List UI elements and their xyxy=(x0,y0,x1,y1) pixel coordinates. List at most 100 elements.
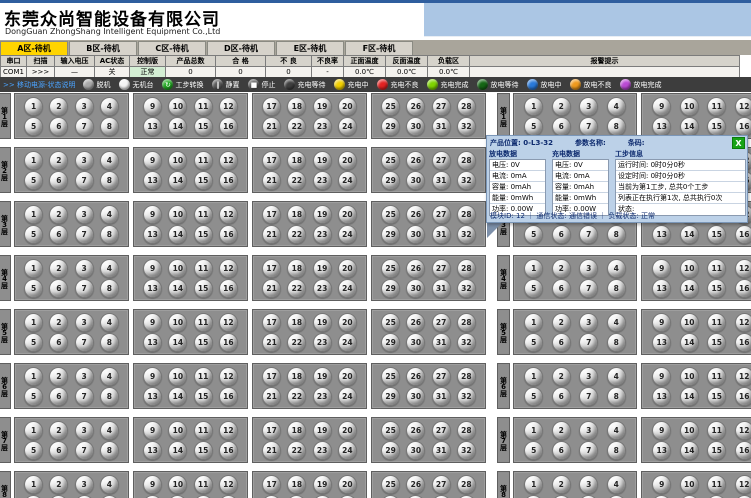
left-cell-6-31[interactable]: 31 xyxy=(432,387,451,406)
left-cell-6-8[interactable]: 8 xyxy=(100,387,119,406)
right-cell-8-2[interactable]: 2 xyxy=(552,475,571,494)
left-cell-7-8[interactable]: 8 xyxy=(100,441,119,460)
right-cell-6-4[interactable]: 4 xyxy=(607,367,626,386)
tab-zone-4[interactable]: E区-待机 xyxy=(276,41,344,55)
left-cell-4-32[interactable]: 32 xyxy=(457,279,476,298)
left-cell-7-10[interactable]: 10 xyxy=(168,421,187,440)
left-cell-3-17[interactable]: 17 xyxy=(262,205,281,224)
left-cell-6-11[interactable]: 11 xyxy=(194,367,213,386)
left-cell-1-23[interactable]: 23 xyxy=(313,117,332,136)
left-cell-8-23[interactable]: 23 xyxy=(313,495,332,498)
right-cell-5-16[interactable]: 16 xyxy=(735,333,751,352)
right-cell-3-13[interactable]: 13 xyxy=(652,225,671,244)
right-cell-8-7[interactable]: 7 xyxy=(579,495,598,498)
left-cell-3-25[interactable]: 25 xyxy=(381,205,400,224)
right-cell-5-5[interactable]: 5 xyxy=(524,333,543,352)
left-cell-4-25[interactable]: 25 xyxy=(381,259,400,278)
left-cell-5-6[interactable]: 6 xyxy=(49,333,68,352)
right-cell-1-11[interactable]: 11 xyxy=(707,97,726,116)
left-cell-5-18[interactable]: 18 xyxy=(287,313,306,332)
right-cell-8-14[interactable]: 14 xyxy=(680,495,699,498)
left-cell-8-7[interactable]: 7 xyxy=(75,495,94,498)
left-cell-3-29[interactable]: 29 xyxy=(381,225,400,244)
left-cell-2-9[interactable]: 9 xyxy=(143,151,162,170)
left-cell-7-9[interactable]: 9 xyxy=(143,421,162,440)
tab-zone-2[interactable]: C区-待机 xyxy=(138,41,206,55)
left-cell-5-27[interactable]: 27 xyxy=(432,313,451,332)
left-cell-5-10[interactable]: 10 xyxy=(168,313,187,332)
right-cell-4-5[interactable]: 5 xyxy=(524,279,543,298)
left-cell-4-26[interactable]: 26 xyxy=(406,259,425,278)
left-cell-8-3[interactable]: 3 xyxy=(75,475,94,494)
left-cell-4-22[interactable]: 22 xyxy=(287,279,306,298)
right-cell-4-4[interactable]: 4 xyxy=(607,259,626,278)
right-cell-6-11[interactable]: 11 xyxy=(707,367,726,386)
left-cell-6-18[interactable]: 18 xyxy=(287,367,306,386)
left-cell-5-12[interactable]: 12 xyxy=(219,313,238,332)
right-cell-4-10[interactable]: 10 xyxy=(680,259,699,278)
left-cell-6-32[interactable]: 32 xyxy=(457,387,476,406)
right-cell-7-9[interactable]: 9 xyxy=(652,421,671,440)
left-cell-4-18[interactable]: 18 xyxy=(287,259,306,278)
left-cell-1-6[interactable]: 6 xyxy=(49,117,68,136)
left-cell-3-12[interactable]: 12 xyxy=(219,205,238,224)
right-cell-5-15[interactable]: 15 xyxy=(707,333,726,352)
right-cell-6-12[interactable]: 12 xyxy=(735,367,751,386)
left-cell-2-20[interactable]: 20 xyxy=(338,151,357,170)
left-cell-7-18[interactable]: 18 xyxy=(287,421,306,440)
left-cell-4-4[interactable]: 4 xyxy=(100,259,119,278)
left-cell-7-31[interactable]: 31 xyxy=(432,441,451,460)
left-cell-1-22[interactable]: 22 xyxy=(287,117,306,136)
right-cell-4-9[interactable]: 9 xyxy=(652,259,671,278)
right-cell-3-8[interactable]: 8 xyxy=(607,225,626,244)
left-cell-7-30[interactable]: 30 xyxy=(406,441,425,460)
left-cell-6-6[interactable]: 6 xyxy=(49,387,68,406)
right-cell-3-14[interactable]: 14 xyxy=(680,225,699,244)
left-cell-4-30[interactable]: 30 xyxy=(406,279,425,298)
left-cell-1-25[interactable]: 25 xyxy=(381,97,400,116)
left-cell-3-6[interactable]: 6 xyxy=(49,225,68,244)
right-cell-1-4[interactable]: 4 xyxy=(607,97,626,116)
left-cell-7-4[interactable]: 4 xyxy=(100,421,119,440)
left-cell-6-12[interactable]: 12 xyxy=(219,367,238,386)
left-cell-6-3[interactable]: 3 xyxy=(75,367,94,386)
right-cell-4-16[interactable]: 16 xyxy=(735,279,751,298)
right-cell-8-4[interactable]: 4 xyxy=(607,475,626,494)
left-cell-2-22[interactable]: 22 xyxy=(287,171,306,190)
left-cell-7-19[interactable]: 19 xyxy=(313,421,332,440)
left-cell-3-8[interactable]: 8 xyxy=(100,225,119,244)
left-cell-5-24[interactable]: 24 xyxy=(338,333,357,352)
right-cell-1-9[interactable]: 9 xyxy=(652,97,671,116)
left-cell-3-20[interactable]: 20 xyxy=(338,205,357,224)
right-cell-4-8[interactable]: 8 xyxy=(607,279,626,298)
right-cell-5-6[interactable]: 6 xyxy=(552,333,571,352)
right-cell-1-3[interactable]: 3 xyxy=(579,97,598,116)
left-cell-8-5[interactable]: 5 xyxy=(24,495,43,498)
left-cell-2-8[interactable]: 8 xyxy=(100,171,119,190)
left-cell-3-22[interactable]: 22 xyxy=(287,225,306,244)
right-cell-7-3[interactable]: 3 xyxy=(579,421,598,440)
left-cell-7-3[interactable]: 3 xyxy=(75,421,94,440)
left-cell-1-9[interactable]: 9 xyxy=(143,97,162,116)
left-cell-8-10[interactable]: 10 xyxy=(168,475,187,494)
left-cell-3-30[interactable]: 30 xyxy=(406,225,425,244)
left-cell-2-16[interactable]: 16 xyxy=(219,171,238,190)
right-cell-5-4[interactable]: 4 xyxy=(607,313,626,332)
left-cell-6-10[interactable]: 10 xyxy=(168,367,187,386)
left-cell-1-21[interactable]: 21 xyxy=(262,117,281,136)
left-cell-7-6[interactable]: 6 xyxy=(49,441,68,460)
left-cell-6-29[interactable]: 29 xyxy=(381,387,400,406)
left-cell-5-16[interactable]: 16 xyxy=(219,333,238,352)
right-cell-4-2[interactable]: 2 xyxy=(552,259,571,278)
left-cell-2-31[interactable]: 31 xyxy=(432,171,451,190)
left-cell-7-28[interactable]: 28 xyxy=(457,421,476,440)
left-cell-8-4[interactable]: 4 xyxy=(100,475,119,494)
left-cell-6-17[interactable]: 17 xyxy=(262,367,281,386)
left-cell-6-22[interactable]: 22 xyxy=(287,387,306,406)
left-cell-6-1[interactable]: 1 xyxy=(24,367,43,386)
left-cell-3-19[interactable]: 19 xyxy=(313,205,332,224)
right-cell-6-15[interactable]: 15 xyxy=(707,387,726,406)
right-cell-6-9[interactable]: 9 xyxy=(652,367,671,386)
left-cell-4-20[interactable]: 20 xyxy=(338,259,357,278)
left-cell-7-20[interactable]: 20 xyxy=(338,421,357,440)
